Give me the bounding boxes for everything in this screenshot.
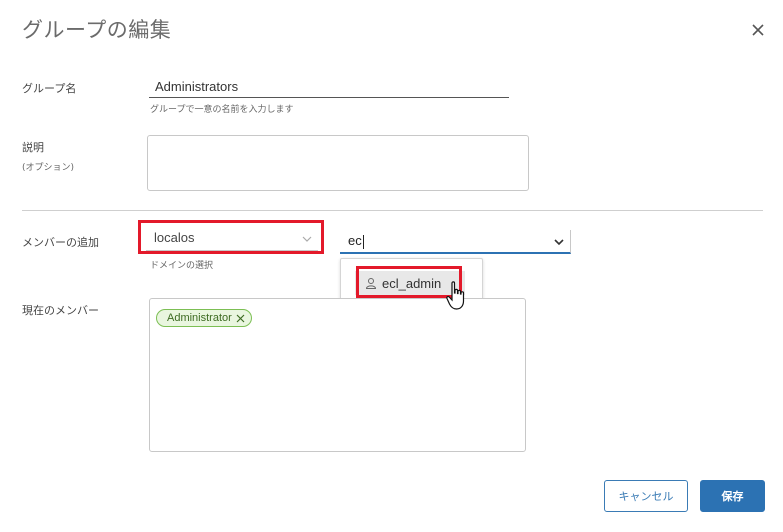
add-members-label: メンバーの追加 <box>22 236 99 249</box>
domain-select[interactable]: localos <box>146 227 318 251</box>
member-search-input[interactable]: ec <box>340 230 571 254</box>
domain-select-value: localos <box>154 230 195 245</box>
hand-cursor-icon <box>446 281 465 310</box>
text-caret <box>362 234 364 249</box>
member-chip[interactable]: Administrator <box>156 309 252 327</box>
section-divider <box>22 210 763 211</box>
description-optional-label: (オプション) <box>22 163 75 173</box>
group-name-label: グループ名 <box>22 82 77 95</box>
description-label: 説明 <box>22 141 44 154</box>
member-search-value: ec <box>348 233 362 248</box>
suggestion-item-label: ecl_admin <box>382 275 442 291</box>
cancel-button[interactable]: キャンセル <box>604 480 688 512</box>
chevron-down-icon[interactable] <box>554 238 564 246</box>
member-chip-label: Administrator <box>167 312 232 324</box>
close-icon[interactable] <box>236 314 245 323</box>
close-icon[interactable] <box>748 20 768 40</box>
domain-select-hint: ドメインの選択 <box>150 261 214 271</box>
chevron-down-icon <box>302 236 312 242</box>
dialog-title: グループの編集 <box>22 18 172 42</box>
group-name-input[interactable] <box>149 76 509 98</box>
group-name-hint: グループで一意の名前を入力します <box>150 105 294 115</box>
current-members-label: 現在のメンバー <box>22 304 99 317</box>
user-icon <box>365 278 377 289</box>
current-members-box[interactable]: Administrator <box>149 298 526 452</box>
save-button[interactable]: 保存 <box>700 480 765 512</box>
edit-group-dialog: グループの編集 グループ名 グループで一意の名前を入力します 説明 (オプション… <box>0 0 783 532</box>
description-textarea[interactable] <box>147 135 529 191</box>
